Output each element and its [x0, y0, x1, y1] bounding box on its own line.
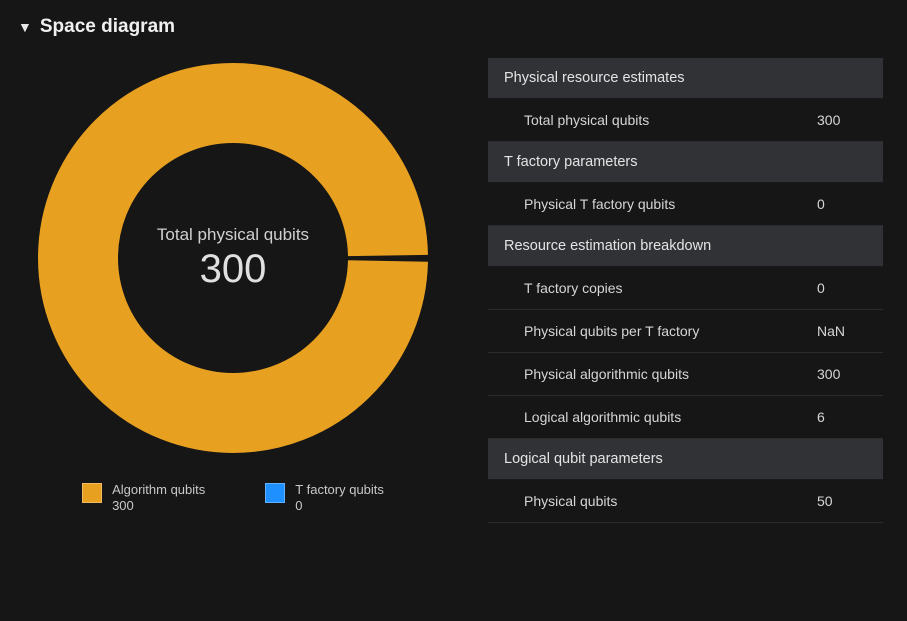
legend-value-tfactory: 0 [295, 498, 384, 515]
row-value: 300 [817, 112, 867, 128]
donut-center-label: Total physical qubits [157, 225, 309, 245]
legend-swatch-algorithm [82, 483, 102, 503]
row-label: Physical algorithmic qubits [524, 366, 689, 382]
table-row: Logical algorithmic qubits 6 [488, 396, 883, 439]
table-row: Total physical qubits 300 [488, 99, 883, 142]
section-logical-qubit-parameters[interactable]: Logical qubit parameters [488, 439, 883, 480]
section-title: Space diagram [40, 16, 175, 38]
row-label: Physical qubits [524, 493, 617, 509]
row-value: 300 [817, 366, 867, 382]
legend-name-algorithm: Algorithm qubits [112, 482, 205, 498]
row-value: 0 [817, 196, 867, 212]
row-label: T factory copies [524, 280, 623, 296]
section-resource-breakdown[interactable]: Resource estimation breakdown [488, 226, 883, 267]
chart-panel: Total physical qubits 300 Algorithm qubi… [18, 58, 448, 523]
row-label: Logical algorithmic qubits [524, 409, 681, 425]
row-value: 50 [817, 493, 867, 509]
table-row: Physical qubits 50 [488, 480, 883, 523]
legend-value-algorithm: 300 [112, 498, 205, 515]
donut-center-value: 300 [157, 247, 309, 292]
row-value: NaN [817, 323, 867, 339]
section-t-factory-parameters[interactable]: T factory parameters [488, 142, 883, 183]
legend-item-tfactory: T factory qubits 0 [265, 482, 384, 514]
content-area: Total physical qubits 300 Algorithm qubi… [18, 58, 889, 523]
disclosure-triangle-icon: ▼ [18, 19, 32, 35]
donut-chart: Total physical qubits 300 [33, 58, 433, 458]
donut-center: Total physical qubits 300 [157, 225, 309, 292]
row-label: Total physical qubits [524, 112, 649, 128]
legend: Algorithm qubits 300 T factory qubits 0 [82, 482, 384, 514]
legend-swatch-tfactory [265, 483, 285, 503]
row-value: 0 [817, 280, 867, 296]
section-header-toggle[interactable]: ▼ Space diagram [18, 16, 889, 38]
row-value: 6 [817, 409, 867, 425]
legend-name-tfactory: T factory qubits [295, 482, 384, 498]
table-row: Physical T factory qubits 0 [488, 183, 883, 226]
table-row: Physical algorithmic qubits 300 [488, 353, 883, 396]
row-label: Physical qubits per T factory [524, 323, 699, 339]
row-label: Physical T factory qubits [524, 196, 675, 212]
legend-item-algorithm: Algorithm qubits 300 [82, 482, 205, 514]
section-physical-resource-estimates[interactable]: Physical resource estimates [488, 58, 883, 99]
table-row: T factory copies 0 [488, 267, 883, 310]
table-row: Physical qubits per T factory NaN [488, 310, 883, 353]
estimates-table: Physical resource estimates Total physic… [488, 58, 883, 523]
